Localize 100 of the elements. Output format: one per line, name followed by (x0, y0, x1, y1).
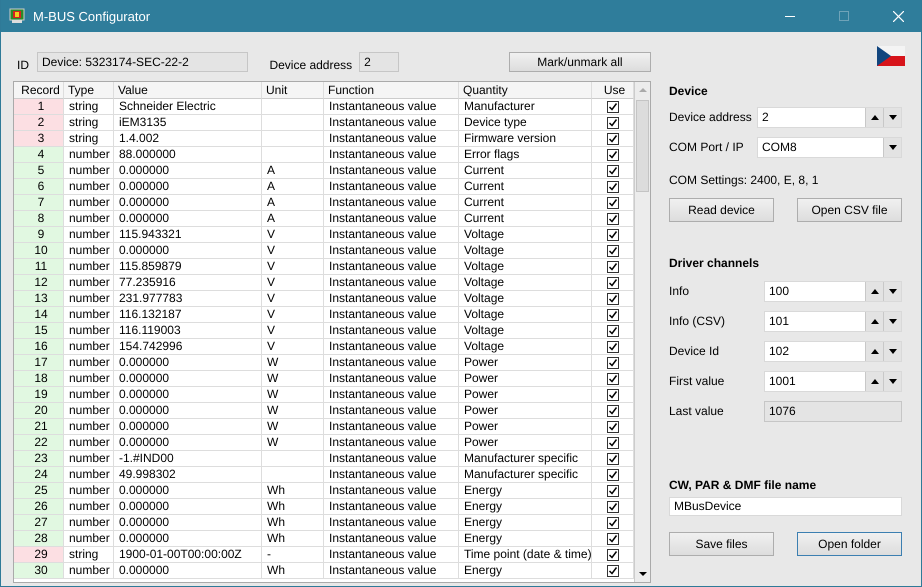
checkbox[interactable] (606, 452, 618, 464)
checkbox[interactable] (606, 404, 618, 416)
table-cell: Instantaneous value (324, 467, 459, 483)
table-cell (262, 131, 324, 147)
checkbox[interactable] (606, 468, 618, 480)
checkbox[interactable] (606, 420, 618, 432)
scrollbar[interactable] (634, 82, 650, 582)
table-cell: Instantaneous value (324, 387, 459, 403)
table-cell: W (262, 435, 324, 451)
column-header[interactable]: Quantity (459, 82, 592, 99)
decrement-button[interactable] (883, 108, 901, 126)
column-header[interactable]: Value (114, 82, 262, 99)
table-cell: Instantaneous value (324, 323, 459, 339)
table-cell: Schneider Electric (114, 99, 262, 115)
increment-button[interactable] (865, 312, 883, 330)
checkbox[interactable] (606, 276, 618, 288)
checkbox[interactable] (606, 292, 618, 304)
table-cell: Wh (262, 515, 324, 531)
action-button[interactable]: Open folder (797, 532, 902, 556)
spin-field[interactable]: 2 (757, 106, 902, 128)
table-cell: Voltage (459, 323, 592, 339)
increment-button[interactable] (865, 282, 883, 300)
checkbox[interactable] (606, 484, 618, 496)
checkbox[interactable] (606, 212, 618, 224)
mark-all-button[interactable]: Mark/unmark all (508, 52, 651, 72)
record-cell: 19 (14, 387, 64, 403)
column-header[interactable]: Record (14, 82, 64, 99)
checkbox[interactable] (606, 148, 618, 160)
checkbox[interactable] (606, 308, 618, 320)
increment-button[interactable] (865, 372, 883, 390)
spin-field[interactable]: 102 (764, 340, 902, 362)
table-cell: 0.000000 (114, 355, 262, 371)
column-header[interactable]: Type (64, 82, 114, 99)
action-button[interactable]: Open CSV file (797, 198, 902, 222)
table-cell: number (64, 275, 114, 291)
checkbox[interactable] (606, 164, 618, 176)
table-cell: Current (459, 195, 592, 211)
record-cell: 12 (14, 275, 64, 291)
checkbox[interactable] (606, 516, 618, 528)
table-cell: 77.235916 (114, 275, 262, 291)
decrement-button[interactable] (883, 282, 901, 300)
table-cell: W (262, 387, 324, 403)
table-cell: V (262, 243, 324, 259)
checkbox[interactable] (606, 244, 618, 256)
checkbox[interactable] (606, 180, 618, 192)
checkbox[interactable] (606, 436, 618, 448)
checkbox[interactable] (606, 564, 618, 576)
table-cell (262, 115, 324, 131)
column-header[interactable]: Unit (262, 82, 324, 99)
close-icon[interactable] (892, 10, 904, 22)
checkbox[interactable] (606, 500, 618, 512)
checkbox[interactable] (606, 548, 618, 560)
address-field: 2 (359, 52, 399, 72)
increment-button[interactable] (865, 108, 883, 126)
checkbox[interactable] (606, 356, 618, 368)
table-cell: number (64, 323, 114, 339)
record-cell: 20 (14, 403, 64, 419)
decrement-button[interactable] (883, 372, 901, 390)
checkbox[interactable] (606, 388, 618, 400)
decrement-button[interactable] (883, 312, 901, 330)
column-header[interactable]: Function (324, 82, 459, 99)
checkbox[interactable] (606, 340, 618, 352)
checkbox[interactable] (606, 196, 618, 208)
spin-field[interactable]: 100 (764, 280, 902, 302)
scroll-thumb[interactable] (636, 100, 649, 192)
up-arrow-icon (870, 378, 878, 384)
table-cell: W (262, 371, 324, 387)
table-cell: W (262, 355, 324, 371)
column-header[interactable]: Use (592, 82, 634, 99)
spin-field[interactable]: 1001 (764, 370, 902, 392)
table-cell: 116.132187 (114, 307, 262, 323)
table-cell: number (64, 515, 114, 531)
spin-field[interactable]: 101 (764, 310, 902, 332)
port-dropdown[interactable]: COM8 (757, 136, 902, 158)
action-button[interactable]: Read device (669, 198, 774, 222)
checkbox[interactable] (606, 132, 618, 144)
checkbox[interactable] (606, 116, 618, 128)
table-cell: Power (459, 387, 592, 403)
table-cell: Energy (459, 531, 592, 547)
table-cell: Instantaneous value (324, 339, 459, 355)
table-cell: Wh (262, 499, 324, 515)
table-cell: number (64, 467, 114, 483)
table-cell: string (64, 547, 114, 563)
checkbox[interactable] (606, 532, 618, 544)
decrement-button[interactable] (883, 342, 901, 360)
checkbox[interactable] (606, 372, 618, 384)
table-cell: number (64, 451, 114, 467)
table-cell: 116.119003 (114, 323, 262, 339)
flag-icon[interactable] (877, 46, 905, 66)
file-name-field[interactable]: MBusDevice (669, 497, 902, 516)
checkbox[interactable] (606, 324, 618, 336)
table-cell: Instantaneous value (324, 131, 459, 147)
increment-button[interactable] (865, 342, 883, 360)
scroll-down-icon[interactable] (638, 572, 646, 576)
checkbox[interactable] (606, 228, 618, 240)
table-cell: 0.000000 (114, 483, 262, 499)
readonly-field: 1076 (764, 400, 902, 422)
checkbox[interactable] (606, 260, 618, 272)
checkbox[interactable] (606, 100, 618, 112)
action-button[interactable]: Save files (669, 532, 774, 556)
